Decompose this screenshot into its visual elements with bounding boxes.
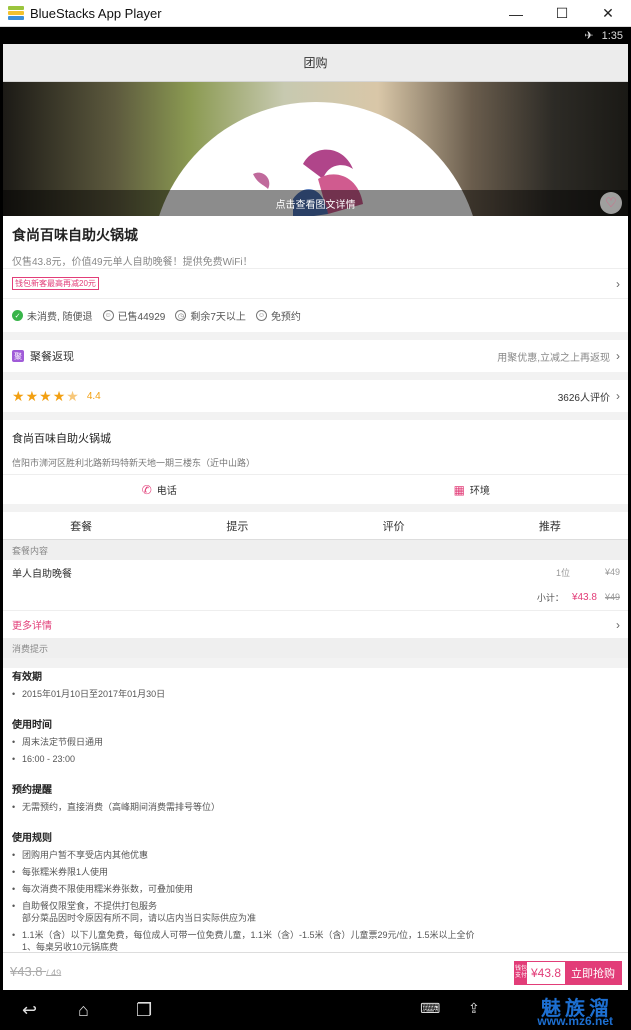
subtotal-old: ¥49 xyxy=(604,592,620,602)
feature-sold: ☺ 已售44929 xyxy=(102,310,166,323)
star-icon: ★ xyxy=(39,387,52,404)
rule-item: 2015年01月10日至2017年01月30日 xyxy=(12,688,619,700)
chevron-right-icon: › xyxy=(616,389,620,403)
window-titlebar: BlueStacks App Player — ☐ ✕ xyxy=(0,0,631,27)
rule-item: 无需预约，直接消费（高峰期间消费需排号等位） xyxy=(12,801,619,813)
rule-item: 自助餐仅限堂食，不提供打包服务 xyxy=(12,900,619,912)
android-navbar: ↩ ⌂ ❐ ⌨ ⇪ 魅族溜 www.mz6.net xyxy=(0,990,631,1030)
rule-item: 每次消费不限使用糯米券张数，可叠加使用 xyxy=(12,883,619,895)
subtotal-row: 小计： ¥43.8 ¥49 xyxy=(3,584,628,610)
phone-icon: ✆ xyxy=(141,482,152,497)
star-icon: ★ xyxy=(52,387,66,404)
tips-header: 消费提示 xyxy=(3,638,628,658)
feature-list: ✓ 未消费, 随便退 ☺ 已售44929 ◷ 剩余7天以上 ☺ 免预约 xyxy=(3,298,628,332)
tab-recommend[interactable]: 推荐 xyxy=(472,512,628,539)
smile-icon: ☺ xyxy=(255,310,267,321)
window-title: BlueStacks App Player xyxy=(30,5,162,21)
package-item-price: ¥49 xyxy=(604,567,620,577)
juju-icon: 聚 xyxy=(12,350,24,362)
package-item-row: 单人自助晚餐 1位 ¥49 xyxy=(3,560,628,584)
rule-title: 使用规则 xyxy=(12,833,52,844)
back-icon[interactable]: ↩ xyxy=(22,1000,37,1021)
shop-address: 信阳市浉河区胜利北路新玛特新天地一期三楼东（近中山路） xyxy=(12,458,256,468)
subtotal-now: ¥43.8 xyxy=(571,591,597,603)
bottom-old-price: ¥43.8 / 49 xyxy=(10,964,62,979)
chevron-right-icon: › xyxy=(616,349,620,363)
app-screen: 团购 点击查看图文详情 ♡ 食尚百味自助火锅城 仅售43.8元，价值49元单人自… xyxy=(3,44,628,990)
shop-name: 食尚百味自助火锅城 xyxy=(12,433,111,445)
photo-icon: ▦ xyxy=(453,482,465,497)
hero-image[interactable]: 点击查看图文详情 ♡ xyxy=(3,82,628,216)
hero-caption: 点击查看图文详情 xyxy=(3,190,628,216)
tab-reviews[interactable]: 评价 xyxy=(316,512,472,539)
phone-button[interactable]: ✆ 电话 xyxy=(3,475,316,504)
promo-tag: 钱包新客最高再减20元 xyxy=(12,277,99,290)
maximize-button[interactable]: ☐ xyxy=(539,0,585,27)
tips-content: 有效期 2015年01月10日至2017年01月30日 使用时间 周末法定节假日… xyxy=(3,668,628,968)
feature-refund: ✓ 未消费, 随便退 xyxy=(12,308,93,323)
more-details-label: 更多详情 xyxy=(12,621,52,632)
user-icon: ☺ xyxy=(102,310,114,321)
page-title: 团购 xyxy=(3,44,628,82)
detail-tabs: 套餐 提示 评价 推荐 xyxy=(3,512,628,540)
half-star-icon: ★ xyxy=(66,387,79,404)
share-icon[interactable]: ⇪ xyxy=(468,1000,480,1017)
clock-icon: ◷ xyxy=(175,310,187,321)
rule-title: 使用时间 xyxy=(12,720,52,731)
more-details-row[interactable]: 更多详情 › xyxy=(3,610,628,638)
android-statusbar: ✈ 1:35 xyxy=(0,27,631,44)
rule-title: 有效期 xyxy=(12,672,42,683)
rating-stars: ★ ★ ★ ★ ★ xyxy=(12,388,79,405)
feature-no-reservation: ☺ 免预约 xyxy=(255,310,301,323)
buy-now-group[interactable]: 钱包支付 ¥43.8 立即抢购 xyxy=(513,961,622,985)
juju-desc: 用聚优惠,立减之上再返现 xyxy=(497,352,610,364)
subtotal-label: 小计： xyxy=(536,592,564,603)
rating-row[interactable]: ★ ★ ★ ★ ★ 4.4 3626人评价 › xyxy=(3,380,628,412)
favorite-heart-icon[interactable]: ♡ xyxy=(600,192,622,214)
juju-cashback-row[interactable]: 聚 聚餐返现 用聚优惠,立减之上再返现 › xyxy=(3,340,628,372)
bottom-purchase-bar: ¥43.8 / 49 钱包支付 ¥43.8 立即抢购 xyxy=(3,952,628,990)
deal-subtitle: 仅售43.8元，价值49元单人自助晚餐！提供免费WiFi！ xyxy=(12,257,253,268)
mute-icon: ✈ xyxy=(584,30,594,42)
chevron-right-icon: › xyxy=(616,617,620,632)
minimize-button[interactable]: — xyxy=(493,0,539,27)
package-header: 套餐内容 xyxy=(3,540,628,560)
watermark-url: www.mz6.net xyxy=(537,1014,613,1028)
rating-score: 4.4 xyxy=(86,390,101,402)
status-time: 1:35 xyxy=(601,29,623,42)
environment-label: 环境 xyxy=(469,486,490,497)
rule-item: 每张糯米券限1人使用 xyxy=(12,866,619,878)
home-icon[interactable]: ⌂ xyxy=(78,1000,89,1021)
rule-continuation: 部分菜品因时令原因有所不同，请以店内当日实际供应为准 xyxy=(22,913,257,923)
package-item-qty: 1位 xyxy=(555,567,570,578)
deal-title: 食尚百味自助火锅城 xyxy=(12,227,138,243)
rating-count: 3626人评价 xyxy=(557,392,610,404)
rule-item: 周末法定节假日通用 xyxy=(12,736,619,748)
check-icon: ✓ xyxy=(12,310,23,321)
close-button[interactable]: ✕ xyxy=(585,0,631,27)
feature-remaining: ◷ 剩余7天以上 xyxy=(175,308,246,323)
chevron-right-icon: › xyxy=(616,276,620,291)
juju-label: 聚餐返现 xyxy=(30,351,74,363)
environment-button[interactable]: ▦ 环境 xyxy=(316,475,629,504)
rule-item: 团购用户暂不享受店内其他优惠 xyxy=(12,849,619,861)
keyboard-icon[interactable]: ⌨ xyxy=(420,1000,440,1017)
rule-title: 预约提醒 xyxy=(12,785,52,796)
recent-apps-icon[interactable]: ❐ xyxy=(136,1000,152,1021)
phone-label: 电话 xyxy=(156,486,177,497)
shop-address-block[interactable]: 食尚百味自助火锅城 信阳市浉河区胜利北路新玛特新天地一期三楼东（近中山路） xyxy=(3,420,628,474)
tab-tips[interactable]: 提示 xyxy=(159,512,315,539)
star-icon: ★ xyxy=(12,387,25,404)
tab-package[interactable]: 套餐 xyxy=(3,512,159,539)
rule-item: 1.1米（含）以下儿童免费，每位成人可带一位免费儿童，1.1米（含）-1.5米（… xyxy=(12,929,619,941)
bluestacks-logo-icon xyxy=(8,6,24,20)
wallet-pay-tag: 钱包支付 xyxy=(514,962,527,984)
package-item-name: 单人自助晚餐 xyxy=(12,568,72,580)
promo-row[interactable]: 钱包新客最高再减20元 › xyxy=(3,268,628,298)
bottom-now-price: ¥43.8 xyxy=(526,962,565,984)
rule-item: 16:00 - 23:00 xyxy=(12,753,619,765)
star-icon: ★ xyxy=(25,387,39,404)
buy-now-button[interactable]: 立即抢购 xyxy=(565,962,621,984)
